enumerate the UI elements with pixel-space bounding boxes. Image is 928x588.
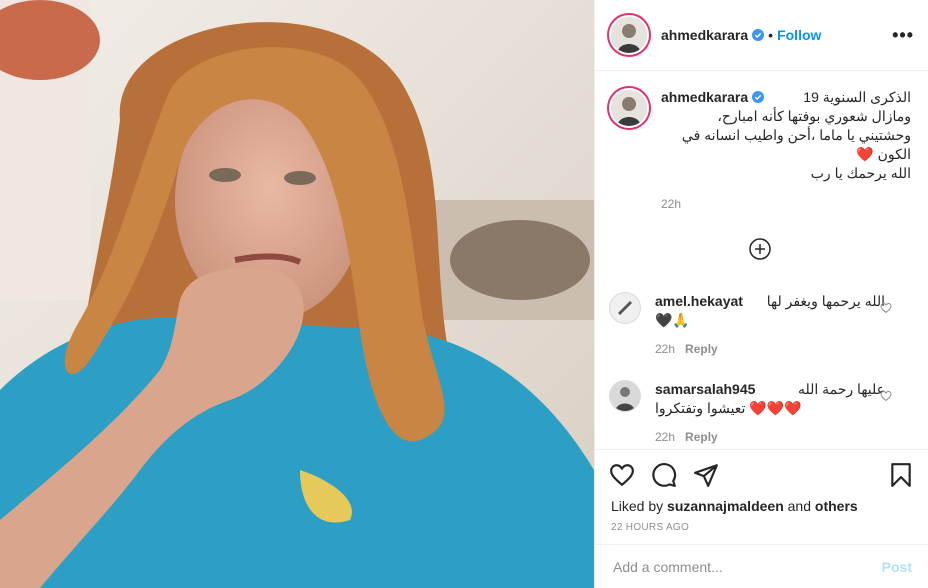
caption-line: الذكرى السنوية 19 (803, 89, 911, 105)
share-icon[interactable] (693, 462, 719, 488)
comment-item: amel.hekayat الله يرحمها ويغفر لها 🖤🙏 22… (609, 292, 914, 359)
post-button[interactable]: Post (882, 559, 912, 575)
commenter-avatar[interactable] (609, 380, 641, 412)
comment-item: samarsalah945 عليها رحمة الله ❤️❤️❤️ تعي… (609, 380, 914, 447)
comment-input[interactable] (611, 557, 882, 576)
separator-dot: • (768, 27, 774, 43)
comment-text: عليها رحمة الله (797, 381, 885, 397)
caption-time[interactable]: 22h (661, 195, 911, 214)
add-icon[interactable] (749, 238, 771, 260)
caption-line: وحشتيني يا ماما ،أحن واطيب انسانه في (681, 127, 911, 143)
commenter-avatar[interactable] (609, 292, 641, 324)
post-actions: Liked by suzannajmaldeen and others 22 H… (595, 449, 928, 548)
commenter-username[interactable]: samarsalah945 (655, 380, 755, 399)
likes-and: and (787, 498, 811, 514)
post-timestamp[interactable]: 22 HOURS AGO (595, 514, 928, 533)
author-avatar[interactable] (609, 15, 649, 55)
post-caption: ahmedkarara الذكرى السنوية 19 ومازال شعو… (609, 88, 914, 214)
caption-line: الكون ❤️ (856, 146, 911, 162)
heart-icon[interactable] (880, 390, 892, 402)
heart-icon[interactable] (609, 462, 635, 488)
bookmark-icon[interactable] (888, 462, 914, 488)
post-side-panel: ahmedkarara • Follow ••• ahmedkarara الذ… (594, 0, 928, 588)
likes-summary: Liked by suzannajmaldeen and others (595, 488, 928, 514)
caption-avatar[interactable] (609, 88, 649, 128)
post-header: ahmedkarara • Follow ••• (595, 0, 928, 71)
comment-time[interactable]: 22h (655, 430, 675, 444)
likes-others[interactable]: others (815, 498, 858, 514)
reply-button[interactable]: Reply (685, 430, 718, 444)
more-icon[interactable]: ••• (892, 25, 914, 46)
comment-emoji: 🖤🙏 (655, 312, 690, 328)
author-username[interactable]: ahmedkarara (661, 27, 748, 43)
commenter-username[interactable]: amel.hekayat (655, 292, 743, 311)
likes-prefix: Liked by (611, 498, 664, 514)
comment-text-2: ❤️❤️❤️ تعيشوا وتفتكروا (655, 400, 802, 416)
likes-user[interactable]: suzannajmaldeen (667, 498, 784, 514)
caption-username[interactable]: ahmedkarara (661, 89, 748, 105)
follow-button[interactable]: Follow (777, 27, 821, 43)
comment-text: الله يرحمها ويغفر لها (766, 293, 885, 309)
caption-line: الله يرحمك يا رب (810, 165, 911, 181)
heart-icon[interactable] (880, 302, 892, 314)
comment-time[interactable]: 22h (655, 342, 675, 356)
comment-icon[interactable] (651, 462, 677, 488)
post-photo[interactable] (0, 0, 594, 588)
verified-icon (752, 91, 765, 103)
verified-icon (752, 29, 765, 41)
reply-button[interactable]: Reply (685, 342, 718, 356)
photo-illustration (0, 0, 594, 588)
caption-line: ومازال شعوري بوفتها كأنه امبارح، (717, 108, 911, 124)
add-comment-bar: Post (595, 544, 928, 588)
